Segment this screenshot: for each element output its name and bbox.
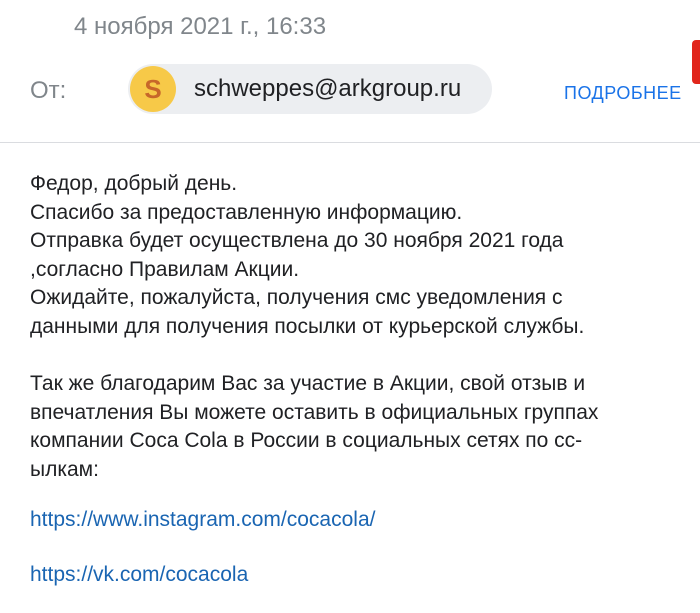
sender-avatar: S xyxy=(130,66,176,112)
body-line: компании Coca Cola в России в социальных… xyxy=(30,429,583,453)
vk-link[interactable]: https://vk.com/cocacola xyxy=(30,561,248,589)
body-line: ылкам: xyxy=(30,457,99,481)
body-line: впечатления Вы можете оставить в официал… xyxy=(30,400,599,424)
sender-chip[interactable]: S schweppes@arkgroup.ru xyxy=(128,64,492,114)
from-label: От: xyxy=(30,77,67,104)
body-line: Ожидайте, пожалуйста, получения смс увед… xyxy=(30,286,563,310)
body-line: Так же благодарим Вас за участие в Акции… xyxy=(30,372,586,396)
edge-badge xyxy=(692,40,700,84)
instagram-link[interactable]: https://www.instagram.com/cocacola/ xyxy=(30,506,375,534)
message-header: 4 ноября 2021 г., 16:33 От: S schweppes@… xyxy=(0,0,700,143)
message-body: Федор, добрый день. Спасибо за предостав… xyxy=(30,170,680,485)
sender-email: schweppes@arkgroup.ru xyxy=(194,75,462,102)
header-divider xyxy=(0,142,700,143)
message-date: 4 ноября 2021 г., 16:33 xyxy=(74,13,327,40)
body-line: данными для получения посылки от курьерс… xyxy=(30,314,585,338)
details-button[interactable]: ПОДРОБНЕЕ xyxy=(564,81,682,105)
body-line: Спасибо за предоставленную информацию. xyxy=(30,200,463,224)
body-line: Отправка будет осуществлена до 30 ноября… xyxy=(30,229,564,253)
body-line: Федор, добрый день. xyxy=(30,172,238,195)
body-line: ,согласно Правилам Акции. xyxy=(30,257,300,281)
